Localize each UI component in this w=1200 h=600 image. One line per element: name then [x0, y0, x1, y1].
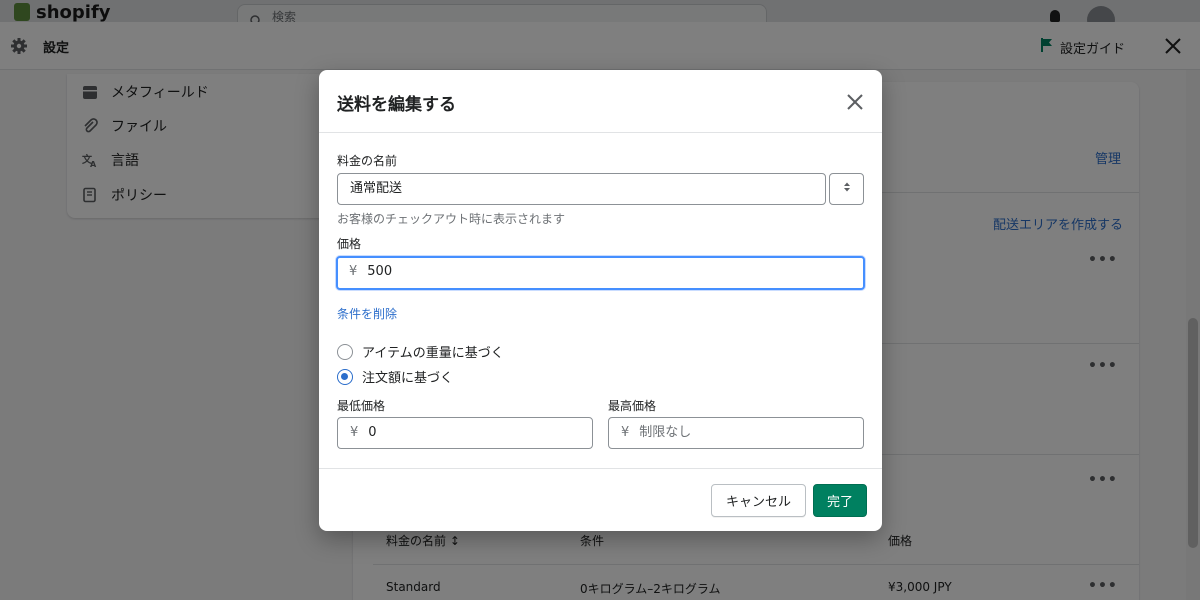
max-price-label: 最高価格 [608, 399, 657, 413]
select-arrows-icon [843, 181, 851, 197]
rate-name-select[interactable] [829, 173, 864, 205]
radio-label: アイテムの重量に基づく [362, 346, 504, 361]
min-price-label: 最低価格 [337, 399, 386, 413]
divider [319, 468, 882, 469]
rate-name-field[interactable]: 通常配送 [337, 173, 826, 205]
rate-name-label: 料金の名前 [337, 154, 398, 168]
divider [319, 132, 882, 133]
rate-name-help-text: お客様のチェックアウト時に表示されます [337, 212, 566, 226]
currency-prefix: ¥ [350, 425, 359, 440]
modal-title: 送料を編集する [337, 95, 456, 115]
done-button[interactable]: 完了 [813, 484, 867, 517]
radio-weight-based[interactable]: アイテムの重量に基づく [337, 342, 504, 361]
edit-shipping-rate-modal: 送料を編集する 料金の名前 通常配送 お客様のチェックアウト時に表示されます 価… [319, 70, 882, 531]
min-price-value: 0 [368, 425, 377, 440]
radio-label: 注文額に基づく [362, 371, 454, 386]
price-value: 500 [367, 264, 393, 279]
remove-conditions-link[interactable]: 条件を削除 [337, 305, 397, 322]
cancel-button[interactable]: キャンセル [711, 484, 806, 517]
currency-prefix: ¥ [349, 264, 358, 279]
min-price-field[interactable]: ¥0 [337, 417, 593, 449]
radio-button-selected[interactable] [337, 368, 353, 385]
max-price-placeholder: 制限なし [639, 425, 692, 440]
price-label: 価格 [337, 237, 362, 251]
close-icon[interactable] [845, 92, 865, 112]
rate-name-value: 通常配送 [350, 181, 403, 196]
max-price-field[interactable]: ¥ 制限なし [608, 417, 864, 449]
price-field[interactable]: ¥500 [336, 256, 865, 290]
currency-prefix: ¥ [621, 425, 630, 440]
radio-button[interactable] [337, 343, 353, 360]
radio-price-based[interactable]: 注文額に基づく [337, 367, 453, 386]
